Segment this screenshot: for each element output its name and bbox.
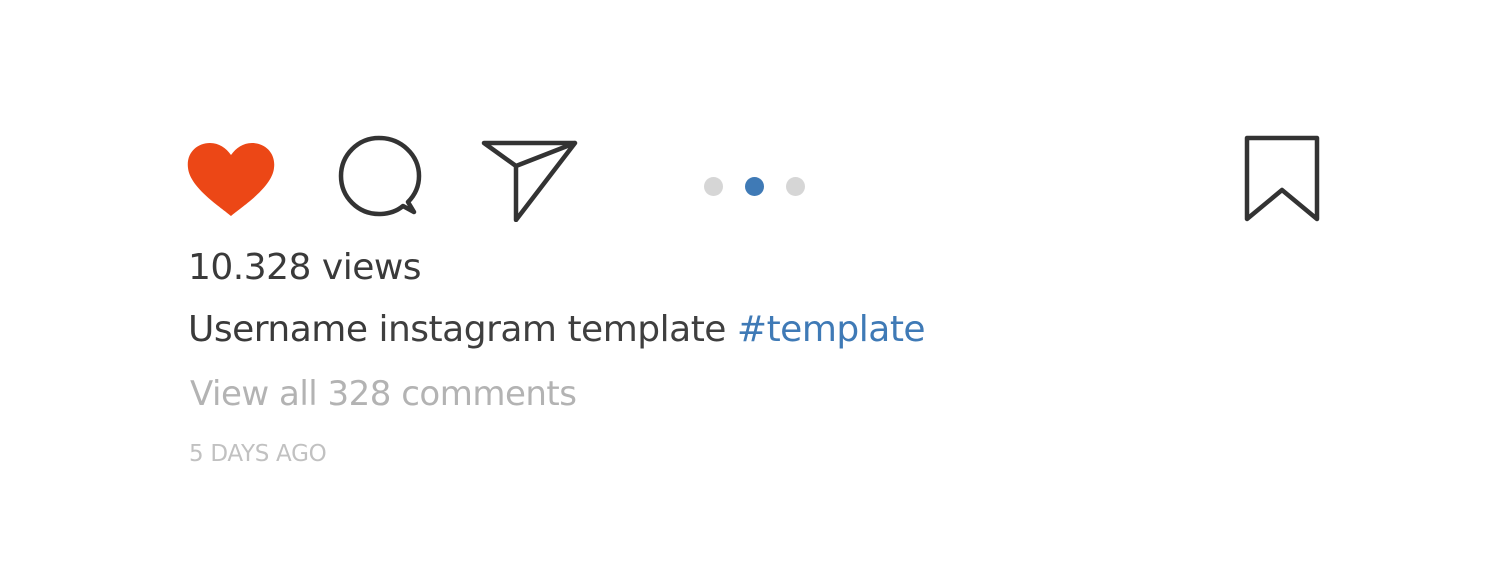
carousel-dot[interactable]	[786, 177, 805, 196]
carousel-dot-active[interactable]	[745, 177, 764, 196]
caption-text: instagram template	[378, 309, 726, 350]
views-count: 10.328 views	[188, 247, 422, 288]
caption-hashtag[interactable]: #template	[737, 309, 926, 350]
carousel-dot[interactable]	[704, 177, 723, 196]
post-timestamp: 5 DAYS AGO	[189, 441, 327, 467]
heart-icon[interactable]	[184, 140, 278, 220]
post-caption: Username instagram template #template	[188, 308, 926, 352]
heart-shape	[187, 143, 275, 216]
send-icon[interactable]	[480, 136, 580, 222]
post-actions-bar: 10.328 views Username instagram template…	[0, 0, 1500, 564]
comment-icon[interactable]	[336, 134, 424, 220]
carousel-indicator	[700, 174, 812, 198]
bookmark-icon[interactable]	[1240, 132, 1324, 226]
caption-username[interactable]: Username	[188, 309, 368, 350]
view-all-comments-link[interactable]: View all 328 comments	[190, 372, 577, 416]
